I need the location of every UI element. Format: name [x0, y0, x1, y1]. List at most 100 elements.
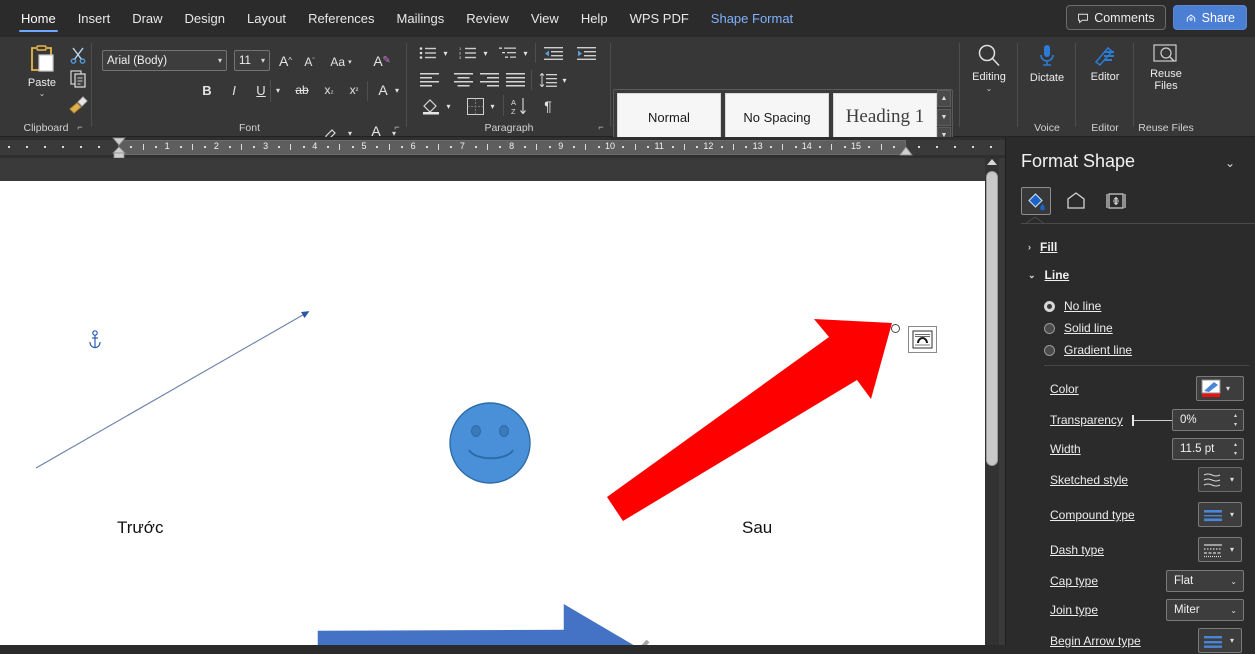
- style-card-normal[interactable]: Normal: [617, 93, 721, 141]
- tab-view[interactable]: View: [520, 0, 570, 37]
- change-case-button[interactable]: Aa▾: [326, 52, 356, 71]
- radio-solid-line[interactable]: Solid line: [1044, 321, 1113, 335]
- radio-gradient-line[interactable]: Gradient line: [1044, 343, 1132, 357]
- line-spacing-caret-icon[interactable]: ▾: [559, 73, 570, 87]
- tab-home[interactable]: Home: [10, 0, 67, 37]
- thin-arrow-shape[interactable]: [20, 301, 340, 501]
- scroll-up-arrow-icon[interactable]: [987, 159, 997, 165]
- compound-type-gallery[interactable]: ▾: [1198, 502, 1242, 527]
- text-effects-button[interactable]: A: [374, 80, 392, 100]
- effects-tab[interactable]: [1061, 187, 1091, 215]
- paragraph-dialog-launcher[interactable]: ⌐: [595, 121, 607, 133]
- font-name-combo[interactable]: Arial (Body) ▾: [102, 50, 227, 71]
- numbering-caret-icon[interactable]: ▾: [480, 46, 491, 60]
- chevron-down-icon[interactable]: ▾: [1230, 636, 1234, 645]
- chevron-down-icon[interactable]: ▾: [1230, 545, 1234, 554]
- paste-caret-icon[interactable]: ⌄: [39, 90, 46, 97]
- banner-arrow-shape[interactable]: [310, 569, 655, 645]
- subscript-button[interactable]: x₂: [320, 80, 338, 100]
- editing-button[interactable]: Editing ⌄: [960, 43, 1018, 119]
- comments-button[interactable]: Comments: [1066, 5, 1165, 30]
- right-indent-marker[interactable]: [899, 147, 913, 158]
- style-card-no-spacing[interactable]: No Spacing: [725, 93, 829, 141]
- bold-button[interactable]: B: [198, 80, 216, 100]
- bullets-button[interactable]: [417, 44, 439, 62]
- editor-button[interactable]: Editor: [1076, 43, 1134, 119]
- align-left-button[interactable]: [417, 71, 441, 89]
- scrollbar-thumb[interactable]: [986, 171, 998, 466]
- width-spinner[interactable]: 11.5 pt ▴▾: [1172, 438, 1244, 460]
- font-size-combo[interactable]: 11 ▾: [234, 50, 270, 71]
- clipboard-dialog-launcher[interactable]: ⌐: [74, 121, 86, 133]
- text-effects-caret-icon[interactable]: ▾: [391, 82, 403, 98]
- size-properties-tab[interactable]: [1101, 187, 1131, 215]
- tab-draw[interactable]: Draw: [121, 0, 173, 37]
- styles-scroll-down-button[interactable]: ▼: [937, 109, 951, 126]
- decrease-indent-button[interactable]: [541, 43, 565, 63]
- align-center-button[interactable]: [451, 71, 475, 89]
- radio-no-line[interactable]: No line: [1044, 299, 1101, 313]
- chevron-down-icon[interactable]: ▾: [1230, 475, 1234, 484]
- underline-button[interactable]: U: [252, 80, 270, 100]
- spinner-arrows-icon[interactable]: ▴▾: [1231, 411, 1240, 429]
- reuse-files-button[interactable]: Reuse Files: [1137, 43, 1195, 119]
- tab-help[interactable]: Help: [570, 0, 619, 37]
- underline-caret-icon[interactable]: ▾: [272, 82, 284, 98]
- tab-design[interactable]: Design: [174, 0, 236, 37]
- tab-references[interactable]: References: [297, 0, 385, 37]
- document-page[interactable]: Trước Sau huongdansudung.vn: [0, 181, 985, 645]
- begin-arrow-type-gallery[interactable]: ▾: [1198, 628, 1242, 653]
- line-color-picker[interactable]: ▾: [1196, 376, 1244, 401]
- dash-type-gallery[interactable]: ▾: [1198, 537, 1242, 562]
- cap-type-combo[interactable]: Flat ⌄: [1166, 570, 1244, 592]
- join-type-combo[interactable]: Miter ⌄: [1166, 599, 1244, 621]
- shading-caret-icon[interactable]: ▾: [443, 99, 454, 113]
- grow-font-button[interactable]: A^: [276, 51, 295, 70]
- borders-button[interactable]: [464, 96, 486, 116]
- copy-button[interactable]: [68, 69, 90, 91]
- style-card-heading-1[interactable]: Heading 1: [833, 93, 937, 141]
- bullets-caret-icon[interactable]: ▾: [440, 46, 451, 60]
- chevron-down-icon[interactable]: ▾: [1230, 510, 1234, 519]
- shading-button[interactable]: [419, 96, 443, 116]
- section-fill[interactable]: › Fill: [1028, 240, 1057, 254]
- tab-review[interactable]: Review: [455, 0, 520, 37]
- spinner-arrows-icon[interactable]: ▴▾: [1231, 440, 1240, 458]
- thick-arrow-shape[interactable]: [595, 311, 915, 531]
- section-line[interactable]: ⌄ Line: [1028, 268, 1069, 282]
- multilevel-caret-icon[interactable]: ▾: [520, 46, 531, 60]
- transparency-spinner[interactable]: 0% ▴▾: [1172, 409, 1244, 431]
- align-right-button[interactable]: [477, 71, 501, 89]
- share-button[interactable]: Share: [1173, 5, 1247, 30]
- chevron-down-icon[interactable]: ⌄: [1225, 156, 1235, 170]
- document-vertical-scrollbar[interactable]: [985, 158, 999, 645]
- tab-insert[interactable]: Insert: [67, 0, 122, 37]
- clear-formatting-button[interactable]: A✎: [367, 51, 389, 71]
- styles-scroll-up-button[interactable]: ▲: [937, 90, 951, 107]
- sketched-style-gallery[interactable]: ▾: [1198, 467, 1242, 492]
- numbering-button[interactable]: 1 2 3: [457, 44, 479, 62]
- transparency-slider-knob[interactable]: [1132, 415, 1134, 426]
- strikethrough-button[interactable]: ab: [291, 80, 313, 100]
- shape-handle-end[interactable]: [891, 324, 900, 333]
- format-painter-button[interactable]: [66, 94, 88, 116]
- shrink-font-button[interactable]: Aˇ: [300, 52, 319, 71]
- borders-caret-icon[interactable]: ▾: [487, 99, 498, 113]
- dictate-button[interactable]: Dictate: [1018, 43, 1076, 119]
- italic-button[interactable]: I: [225, 80, 243, 100]
- paste-button[interactable]: Paste ⌄: [20, 44, 64, 116]
- justify-button[interactable]: [503, 71, 527, 89]
- fill-line-tab[interactable]: [1021, 187, 1051, 215]
- editing-caret-icon[interactable]: ⌄: [986, 85, 993, 92]
- tab-layout[interactable]: Layout: [236, 0, 297, 37]
- show-formatting-marks-button[interactable]: ¶: [537, 96, 559, 116]
- tab-shape-format[interactable]: Shape Format: [700, 0, 804, 37]
- smiley-face-shape[interactable]: [447, 400, 533, 486]
- layout-options-button[interactable]: [908, 326, 937, 353]
- cut-button[interactable]: [68, 45, 90, 67]
- horizontal-ruler[interactable]: 123456789101112131415: [0, 137, 1005, 158]
- sort-button[interactable]: A Z: [508, 96, 530, 116]
- tab-wps-pdf[interactable]: WPS PDF: [619, 0, 700, 37]
- chevron-down-icon[interactable]: ▾: [1226, 384, 1230, 393]
- line-spacing-button[interactable]: [537, 70, 559, 90]
